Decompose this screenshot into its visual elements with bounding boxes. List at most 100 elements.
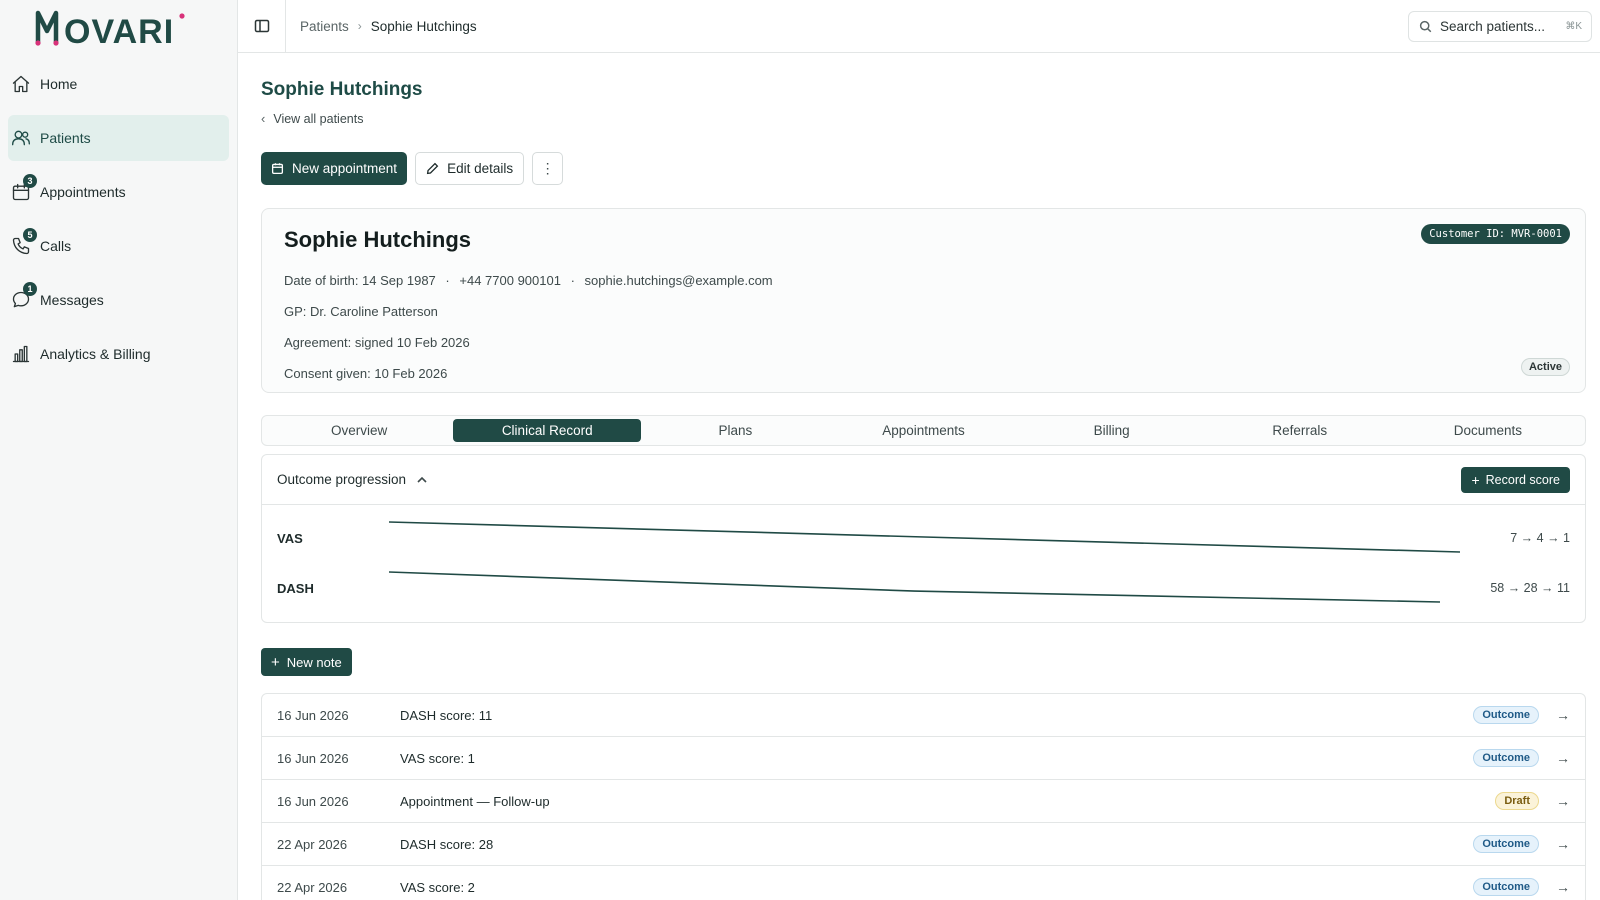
arrow-right-icon: → <box>1556 750 1570 766</box>
outcome-progression-title: Outcome progression <box>277 472 407 487</box>
notification-badge: 1 <box>23 282 37 296</box>
record-score-label: Record score <box>1485 473 1560 487</box>
note-title: DASH score: 11 <box>400 707 493 723</box>
note-date: 16 Jun 2026 <box>277 707 349 723</box>
pencil-icon <box>426 162 439 175</box>
search-input[interactable]: Search patients... ⌘K <box>1408 11 1592 42</box>
new-note-button[interactable]: + New note <box>261 648 352 676</box>
note-title: DASH score: 28 <box>400 836 494 852</box>
list-item[interactable]: 16 Jun 2026 Appointment — Follow-up Draf… <box>262 780 1585 823</box>
note-date: 16 Jun 2026 <box>277 750 349 766</box>
patient-phone: +44 7700 900101 <box>459 273 561 288</box>
note-tag: Outcome <box>1473 706 1539 724</box>
view-all-patients-link[interactable]: ‹ View all patients <box>261 111 1586 126</box>
sparkline-path <box>388 521 1461 553</box>
chevron-left-icon: ‹ <box>261 111 266 126</box>
sidebar-item-label: Messages <box>40 292 104 308</box>
new-appointment-button[interactable]: New appointment <box>261 152 408 185</box>
metric-sequence: 7 → 4 → 1 <box>1510 531 1570 545</box>
logo[interactable]: OVARI <box>0 0 237 53</box>
patient-name: Sophie Hutchings <box>284 227 471 252</box>
breadcrumb-current: Sophie Hutchings <box>370 18 477 34</box>
search-icon <box>1419 20 1432 33</box>
tab-overview[interactable]: Overview <box>265 419 453 442</box>
action-bar: New appointment Edit details ⋮ <box>261 152 1586 185</box>
patient-email: sophie.hutchings@example.com <box>584 273 773 288</box>
note-title: VAS score: 1 <box>400 750 475 766</box>
note-title: VAS score: 2 <box>400 879 475 895</box>
sidebar-nav: Home Patients 3 Appointments 5 Calls 1 M… <box>0 61 237 377</box>
metric-row-vas: VAS 7 → 4 → 1 <box>277 518 1570 558</box>
notification-badge: 3 <box>23 174 37 188</box>
arrow-right-icon: → <box>1556 707 1570 723</box>
note-tag: Outcome <box>1473 878 1539 896</box>
page-title: Sophie Hutchings <box>261 79 423 100</box>
note-tag: Outcome <box>1473 749 1539 767</box>
dash-sparkline <box>388 571 1441 603</box>
tab-appointments[interactable]: Appointments <box>829 419 1017 442</box>
arrow-right-icon: → <box>1556 793 1570 809</box>
sidebar-item-analytics-billing[interactable]: Analytics & Billing <box>8 331 229 377</box>
list-item[interactable]: 22 Apr 2026 VAS score: 2 Outcome → <box>262 866 1585 900</box>
sidebar-item-label: Appointments <box>40 184 126 200</box>
arrow-right-icon: → <box>1556 879 1570 895</box>
list-item[interactable]: 22 Apr 2026 DASH score: 28 Outcome → <box>262 823 1585 866</box>
sidebar-item-patients[interactable]: Patients <box>8 115 229 161</box>
outcome-progression-toggle[interactable]: Outcome progression <box>262 455 1585 505</box>
plus-icon: + <box>1471 472 1480 488</box>
note-title: Appointment — Follow-up <box>400 793 550 809</box>
patient-tabs: Overview Clinical Record Plans Appointme… <box>261 415 1586 446</box>
separator: · <box>445 273 450 288</box>
breadcrumb: Patients › Sophie Hutchings <box>286 19 477 34</box>
tab-documents[interactable]: Documents <box>1394 419 1582 442</box>
sidebar-item-label: Analytics & Billing <box>40 346 151 362</box>
sidebar-item-home[interactable]: Home <box>8 61 229 107</box>
metric-sequence: 58 → 28 → 11 <box>1490 581 1570 595</box>
new-note-label: New note <box>286 654 342 670</box>
sidebar-item-calls[interactable]: 5 Calls <box>8 223 229 269</box>
edit-details-button[interactable]: Edit details <box>415 152 525 185</box>
sidebar-item-label: Patients <box>40 130 91 146</box>
message-icon: 1 <box>10 282 37 311</box>
edit-details-label: Edit details <box>447 161 514 176</box>
calendar-icon: 3 <box>10 174 37 203</box>
metric-row-dash: DASH 58 → 28 → 11 <box>277 568 1570 608</box>
tab-clinical-record[interactable]: Clinical Record <box>453 419 642 442</box>
tab-billing[interactable]: Billing <box>1018 419 1206 442</box>
calendar-icon <box>271 163 284 175</box>
sidebar-item-appointments[interactable]: 3 Appointments <box>8 169 229 215</box>
more-options-button[interactable]: ⋮ <box>532 152 564 185</box>
patient-agreement: Agreement: signed 10 Feb 2026 <box>284 335 470 350</box>
customer-id-badge: Customer ID: MVR-0001 <box>1421 224 1570 244</box>
sidebar-item-label: Home <box>40 76 78 92</box>
sidebar-toggle-icon <box>254 19 269 33</box>
tab-plans[interactable]: Plans <box>641 419 829 442</box>
outcome-progression-panel: Outcome progression + Record score VAS 7… <box>261 454 1586 623</box>
search-placeholder: Search patients... <box>1440 19 1546 34</box>
patient-card: Sophie Hutchings Date of birth: 14 Sep 1… <box>261 208 1586 393</box>
list-item[interactable]: 16 Jun 2026 DASH score: 11 Outcome → <box>262 694 1585 737</box>
phone-icon: 5 <box>10 228 37 257</box>
vas-sparkline <box>388 521 1461 553</box>
note-date: 22 Apr 2026 <box>277 879 348 895</box>
list-item[interactable]: 16 Jun 2026 VAS score: 1 Outcome → <box>262 737 1585 780</box>
metric-label: DASH <box>277 580 314 596</box>
sidebar-item-messages[interactable]: 1 Messages <box>8 277 229 323</box>
arrow-right-icon: → <box>1556 836 1570 852</box>
tab-referrals[interactable]: Referrals <box>1206 419 1394 442</box>
notification-badge: 5 <box>23 228 37 242</box>
breadcrumb-patients-link[interactable]: Patients <box>300 19 349 34</box>
record-score-button[interactable]: + Record score <box>1461 467 1570 493</box>
patient-dob: Date of birth: 14 Sep 1987 <box>284 273 436 288</box>
sidebar-item-label: Calls <box>40 238 72 254</box>
sparkline-path <box>388 571 1441 603</box>
home-icon <box>10 73 32 95</box>
sidebar-toggle-button[interactable] <box>238 0 286 53</box>
status-badge: Active <box>1520 358 1570 376</box>
separator: · <box>570 273 575 288</box>
chevron-up-icon <box>417 476 427 483</box>
users-icon <box>10 127 32 149</box>
chart-icon <box>10 343 32 365</box>
movari-logo-icon: OVARI <box>35 10 185 47</box>
topbar: Patients › Sophie Hutchings Search patie… <box>238 0 1600 53</box>
